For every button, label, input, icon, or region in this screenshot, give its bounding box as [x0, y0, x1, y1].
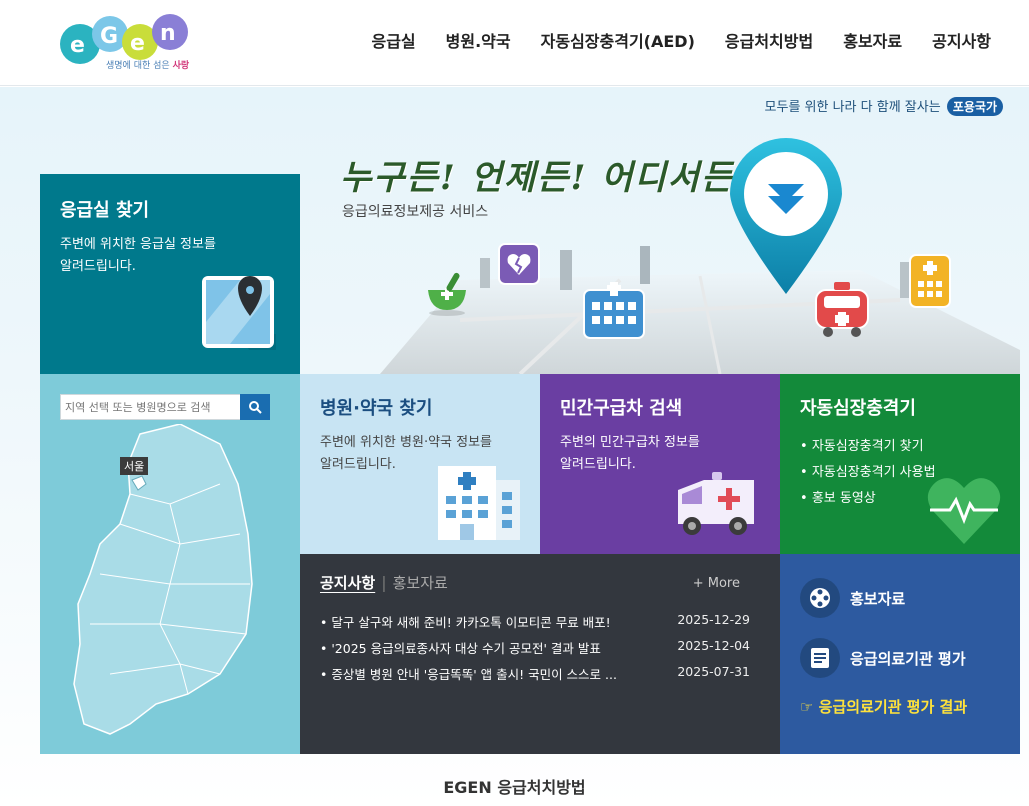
private-ambulance-title: 민간구급차 검색	[560, 398, 683, 419]
nav-item-first-aid[interactable]: 응급처치방법	[725, 28, 813, 52]
tab-separator: |	[381, 573, 387, 592]
map-pin-icon	[202, 276, 276, 350]
hospital-search	[60, 394, 270, 420]
film-reel-icon	[800, 578, 840, 618]
hospital-icon	[438, 466, 520, 540]
building-icon	[909, 254, 951, 308]
notice-panel: 공지사항 | 홍보자료 + More • 달구 살구와 새해 준비! 카카오톡 …	[300, 554, 780, 754]
nav-item-er[interactable]: 응급실	[371, 28, 415, 52]
svg-text:n: n	[160, 21, 176, 46]
tab-notice[interactable]: 공지사항	[320, 572, 375, 593]
slogan-pill: 포용국가	[946, 97, 1003, 116]
er-evaluation-link[interactable]: 응급의료기관 평가	[800, 638, 966, 678]
site-header: e G e n 생명에 대한 섬은 사랑 응급실 병원.약국 자동심장충격기(A…	[0, 0, 1029, 86]
notice-list: • 달구 살구와 새해 준비! 카카오톡 이모티콘 무료 배포! 2025-12-…	[320, 612, 750, 690]
hero-title: 누구든! 언제든! 어디서든!	[340, 158, 752, 198]
nav-item-hospital-pharmacy[interactable]: 병원.약국	[446, 28, 511, 52]
notice-item[interactable]: • 달구 살구와 새해 준비! 카카오톡 이모티콘 무료 배포! 2025-12-…	[320, 612, 750, 638]
main-nav: 응급실 병원.약국 자동심장충격기(AED) 응급처치방법 홍보자료 공지사항	[341, 28, 991, 52]
hospital-search-input[interactable]	[61, 395, 241, 419]
svg-text:e: e	[70, 33, 85, 58]
nav-item-aed[interactable]: 자동심장충격기(AED)	[541, 28, 695, 52]
broken-heart-icon	[498, 243, 540, 285]
notice-item[interactable]: • 증상별 병원 안내 '응급똑똑' 앱 출시! 국민이 스스로 ... 2025…	[320, 664, 750, 690]
promo-materials-link[interactable]: 홍보자료	[800, 578, 905, 618]
nav-item-notice[interactable]: 공지사항	[932, 28, 991, 52]
region-map-panel: 서울	[40, 374, 300, 754]
hero-subtitle: 응급의료정보제공 서비스	[342, 204, 489, 220]
private-ambulance-card[interactable]: 민간구급차 검색 주변의 민간구급차 정보를 알려드립니다.	[540, 374, 780, 554]
slogan-text: 모두를 위한 나라 다 함께 잘사는	[764, 100, 941, 115]
notice-item[interactable]: • '2025 응급의료종사자 대상 수기 공모전' 결과 발표 2025-12-…	[320, 638, 750, 664]
slogan: 모두를 위한 나라 다 함께 잘사는 포용국가	[765, 96, 1003, 116]
evaluation-result-link[interactable]: ☞ 응급의료기관 평가 결과	[800, 696, 967, 717]
korea-map[interactable]	[70, 424, 270, 744]
quick-links-panel: 홍보자료 응급의료기관 평가 ☞ 응급의료기관 평가 결과	[780, 554, 1020, 754]
search-button[interactable]	[240, 394, 270, 420]
hospital-building-icon	[583, 282, 645, 339]
location-pin-icon[interactable]	[722, 132, 850, 298]
er-finder-card[interactable]: 응급실 찾기 주변에 위치한 응급실 정보를 알려드립니다.	[40, 174, 300, 374]
logo-tagline-emphasis: 사랑	[172, 61, 190, 71]
more-link[interactable]: + More	[693, 576, 740, 591]
mortar-pestle-icon	[428, 272, 466, 316]
heartbeat-icon	[927, 478, 1001, 544]
nav-item-promo[interactable]: 홍보자료	[843, 28, 902, 52]
svg-text:e: e	[130, 31, 145, 56]
svg-text:G: G	[100, 24, 118, 49]
aed-title: 자동심장충격기	[800, 398, 916, 419]
logo-tagline: 생명에 대한 섬은 사랑	[106, 61, 190, 71]
er-finder-title: 응급실 찾기	[60, 200, 150, 221]
aed-link-find[interactable]: • 자동심장충격기 찾기	[800, 434, 1000, 460]
er-finder-desc: 주변에 위치한 응급실 정보를 알려드립니다.	[60, 237, 216, 274]
clipboard-icon	[800, 638, 840, 678]
hospital-pharmacy-title: 병원·약국 찾기	[320, 398, 433, 419]
search-icon	[249, 401, 262, 414]
ambulance-icon	[678, 472, 754, 535]
seoul-region-label[interactable]: 서울	[120, 457, 149, 475]
tab-promo[interactable]: 홍보자료	[393, 572, 448, 593]
first-aid-section-title: EGEN 응급처치방법	[443, 778, 586, 797]
hospital-pharmacy-card[interactable]: 병원·약국 찾기 주변에 위치한 병원·약국 정보를 알려드립니다.	[300, 374, 540, 554]
aed-card: 자동심장충격기 • 자동심장충격기 찾기 • 자동심장충격기 사용법 • 홍보 …	[780, 374, 1020, 554]
